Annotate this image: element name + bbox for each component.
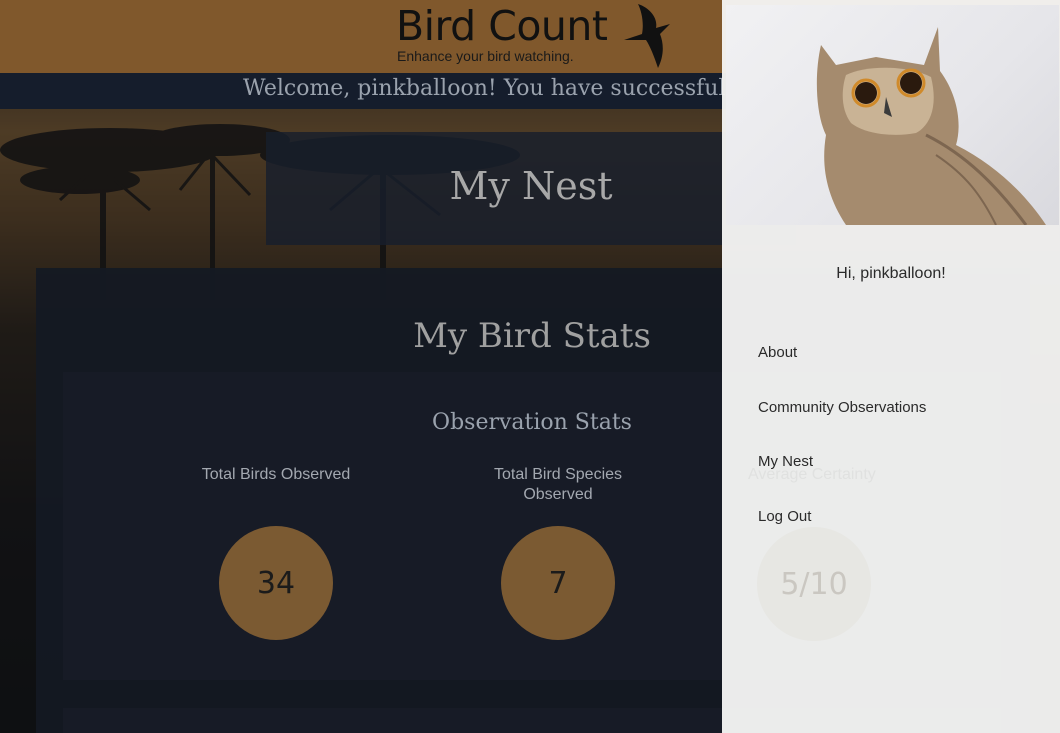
site-tagline: Enhance your bird watching. xyxy=(397,48,574,64)
stat-total-birds: Total Birds Observed 34 xyxy=(176,465,376,640)
stat-label-average-certainty: Average Certainty xyxy=(748,466,876,483)
nav-log-out[interactable]: Log Out xyxy=(758,508,811,525)
stat-total-species: Total Bird Species Observed 7 xyxy=(458,465,658,640)
page-title: My Nest xyxy=(449,164,613,208)
stat-label: Total Bird Species Observed xyxy=(493,466,623,503)
stat-average-certainty-circle: 5/10 xyxy=(757,527,871,641)
owl-icon xyxy=(816,27,1046,225)
site-title[interactable]: Bird Count xyxy=(396,2,608,50)
stat-value-circle: 34 xyxy=(219,526,333,640)
swift-bird-icon xyxy=(624,4,670,68)
owl-profile-image xyxy=(726,5,1059,225)
drawer-greeting: Hi, pinkballoon! xyxy=(836,265,946,282)
nav-about[interactable]: About xyxy=(758,344,797,361)
stat-value-circle: 7 xyxy=(501,526,615,640)
nav-community-observations[interactable]: Community Observations xyxy=(758,399,926,416)
page-title-box: My Nest xyxy=(266,132,796,245)
stat-label: Total Birds Observed xyxy=(201,466,351,483)
